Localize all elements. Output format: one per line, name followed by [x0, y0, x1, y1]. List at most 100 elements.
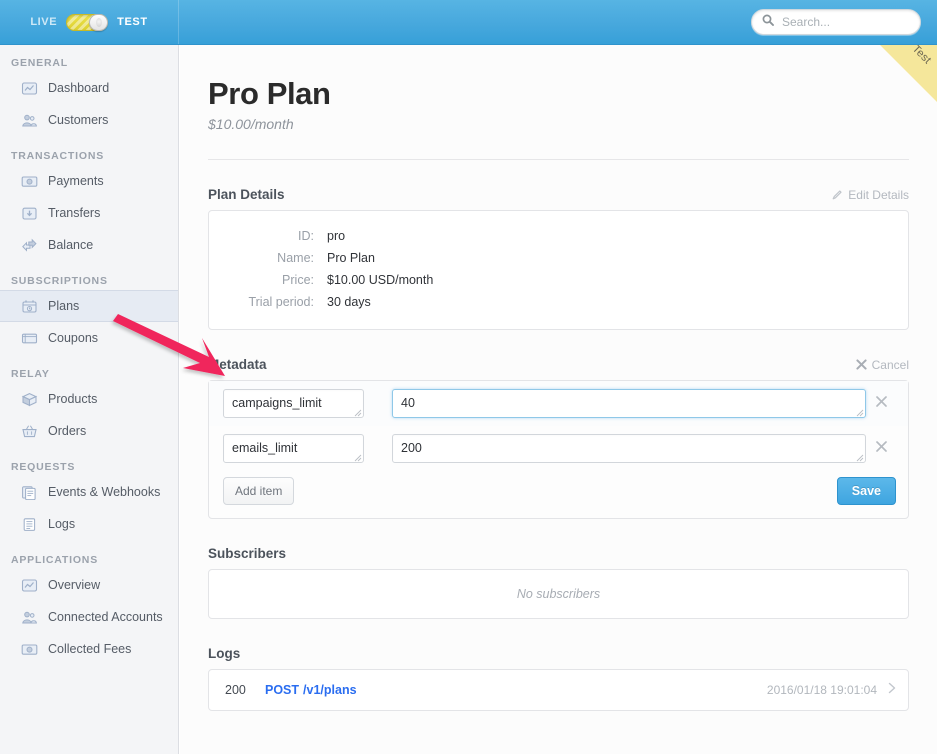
sidebar-item-label: Balance [48, 238, 94, 252]
sidebar-section-relay: RELAY [11, 368, 50, 380]
metadata-title: Metadata [208, 356, 267, 372]
metadata-row [209, 380, 908, 426]
sidebar-section-transactions: TRANSACTIONS [11, 150, 105, 162]
plan-detail-row: Price: $10.00 USD/month [209, 269, 908, 291]
plan-details-header: Plan Details Edit Details [208, 187, 909, 202]
sidebar-item-label: Dashboard [48, 81, 110, 95]
plan-detail-value: Pro Plan [327, 250, 375, 265]
live-test-toggle[interactable] [66, 13, 109, 31]
sidebar-item-plans[interactable]: Plans [0, 290, 178, 322]
sidebar-section-general: GENERAL [11, 57, 68, 69]
plan-detail-key: ID: [298, 228, 314, 243]
sidebar-section-requests: REQUESTS [11, 461, 76, 473]
calendar-clock-icon [20, 298, 38, 314]
sidebar-item-label: Plans [48, 299, 80, 313]
sidebar-item-collected-fees[interactable]: Collected Fees [0, 633, 178, 665]
plan-detail-value: $10.00 USD/month [327, 272, 434, 287]
metadata-footer: Add item Save [209, 471, 908, 518]
logs-panel: 200 POST/v1/plans 2016/01/18 19:01:04 [208, 668, 909, 711]
log-status-code: 200 [225, 682, 246, 697]
banknote-icon [20, 173, 38, 189]
sidebar-item-transfers[interactable]: Transfers [0, 197, 178, 229]
sidebar-section-applications: APPLICATIONS [11, 554, 98, 566]
sidebar-item-events-webhooks[interactable]: Events & Webhooks [0, 476, 178, 508]
search-container[interactable] [751, 9, 921, 35]
logs-title: Logs [208, 645, 241, 661]
log-timestamp: 2016/01/18 19:01:04 [766, 682, 877, 697]
metadata-key-field-wrap [223, 433, 364, 463]
plan-detail-key: Trial period: [248, 294, 314, 309]
main-content: Test Pro Plan $10.00/month Plan Details … [180, 45, 937, 754]
plan-detail-row: Trial period: 30 days [209, 291, 908, 313]
sidebar-item-payments[interactable]: Payments [0, 165, 178, 197]
page-title: Pro Plan [208, 76, 331, 111]
sidebar-item-label: Events & Webhooks [48, 485, 161, 499]
log-method: POST [265, 682, 300, 697]
mode-toggle-group[interactable]: LIVE TEST [0, 0, 179, 44]
sidebar-item-coupons[interactable]: Coupons [0, 322, 178, 354]
plan-detail-key: Price: [282, 272, 314, 287]
page-subtitle: $10.00/month [208, 115, 294, 132]
metadata-delete-row-button[interactable] [866, 395, 896, 412]
chart-monitor-icon [20, 80, 38, 96]
chart-monitor-icon [20, 577, 38, 593]
search-box[interactable] [751, 9, 921, 35]
sidebar-item-overview[interactable]: Overview [0, 569, 178, 601]
box-icon [20, 391, 38, 407]
subscribers-empty-text: No subscribers [516, 586, 601, 601]
edit-details-label: Edit Details [848, 187, 909, 202]
sidebar-item-label: Coupons [48, 331, 99, 345]
metadata-value-input[interactable] [392, 433, 866, 463]
subscribers-header: Subscribers [208, 546, 909, 561]
sidebar-nav: GENERAL Dashboard Customers TRANSACTIONS Pay… [0, 57, 178, 665]
plan-detail-key: Name: [277, 250, 314, 265]
document-lines-icon [20, 516, 38, 532]
ticket-icon [20, 330, 38, 346]
sidebar-item-customers[interactable]: Customers [0, 104, 178, 136]
chevron-right-icon[interactable] [888, 682, 896, 697]
plan-details-panel: ID: pro Name: Pro Plan Price: $10.00 USD/mont… [208, 209, 909, 330]
search-input[interactable] [780, 14, 910, 30]
add-item-button[interactable]: Add item [223, 476, 295, 505]
metadata-rows [209, 380, 908, 471]
mode-live-label: LIVE [30, 16, 58, 28]
sidebar-item-connected-accounts[interactable]: Connected Accounts [0, 601, 178, 633]
plan-details-title: Plan Details [208, 186, 285, 202]
sidebar-item-label: Transfers [48, 206, 101, 220]
download-box-icon [20, 205, 38, 221]
logs-header: Logs [208, 646, 909, 661]
toggle-knob [89, 13, 109, 31]
sidebar-item-label: Logs [48, 517, 76, 531]
sidebar-item-dashboard[interactable]: Dashboard [0, 72, 178, 104]
sidebar-item-label: Collected Fees [48, 642, 132, 656]
metadata-key-input[interactable] [223, 388, 364, 418]
sidebar-item-products[interactable]: Products [0, 383, 178, 415]
log-row[interactable]: 200 POST/v1/plans 2016/01/18 19:01:04 [209, 670, 908, 710]
subscribers-title: Subscribers [208, 545, 287, 561]
sidebar-item-balance[interactable]: Balance [0, 229, 178, 261]
metadata-key-input[interactable] [223, 433, 364, 463]
metadata-delete-row-button[interactable] [866, 440, 896, 457]
sidebar-item-label: Orders [48, 424, 87, 438]
plan-detail-value: pro [327, 228, 346, 243]
sidebar-item-logs[interactable]: Logs [0, 508, 178, 540]
basket-icon [20, 423, 38, 439]
log-path: /v1/plans [303, 682, 357, 697]
sidebar-item-label: Payments [48, 174, 104, 188]
banknote-icon [20, 641, 38, 657]
save-button[interactable]: Save [836, 476, 896, 505]
metadata-value-input[interactable] [392, 388, 866, 418]
metadata-panel: Add item Save [208, 379, 909, 519]
metadata-value-field-wrap [392, 433, 866, 463]
pencil-icon [832, 189, 843, 200]
metadata-header: Metadata Cancel [208, 357, 909, 372]
close-x-icon [875, 395, 887, 407]
metadata-cancel-button[interactable]: Cancel [856, 358, 909, 372]
sidebar-item-label: Overview [48, 578, 101, 592]
edit-details-button[interactable]: Edit Details [832, 188, 909, 202]
sidebar-item-orders[interactable]: Orders [0, 415, 178, 447]
mode-test-label: TEST [117, 16, 148, 28]
close-x-icon [875, 440, 887, 452]
metadata-row [209, 426, 908, 471]
sidebar-item-label: Products [48, 392, 98, 406]
